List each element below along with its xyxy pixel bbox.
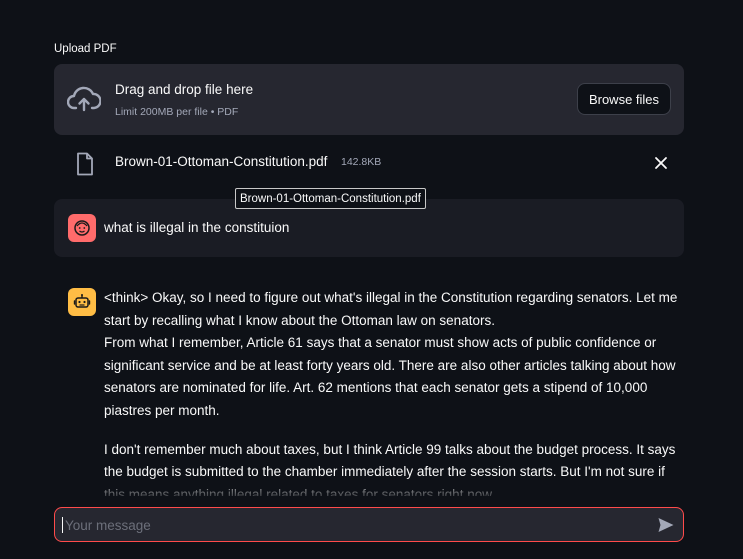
file-icon bbox=[77, 152, 93, 176]
robot-icon bbox=[73, 294, 91, 308]
send-icon[interactable] bbox=[657, 516, 675, 534]
assistant-paragraph: <think> Okay, so I need to figure out wh… bbox=[104, 290, 678, 328]
face-icon bbox=[74, 220, 90, 236]
scroll-fade bbox=[0, 475, 743, 509]
dropzone-title: Drag and drop file here bbox=[115, 82, 254, 97]
browse-files-button[interactable]: Browse files bbox=[577, 83, 671, 115]
assistant-paragraph: From what I remember, Article 61 says th… bbox=[104, 335, 676, 418]
assistant-message: <think> Okay, so I need to figure out wh… bbox=[54, 284, 684, 496]
dropzone-subtitle: Limit 200MB per file • PDF bbox=[115, 106, 239, 118]
chat-input[interactable] bbox=[63, 508, 647, 543]
text-caret bbox=[62, 517, 63, 533]
upload-label: Upload PDF bbox=[54, 43, 117, 55]
file-dropzone[interactable]: Drag and drop file here Limit 200MB per … bbox=[54, 64, 684, 135]
file-name-tooltip: Brown-01-Ottoman-Constitution.pdf bbox=[235, 188, 426, 209]
uploaded-file-row: Brown-01-Ottoman-Constitution.pdf 142.8K… bbox=[54, 146, 684, 180]
assistant-avatar bbox=[68, 288, 96, 316]
file-name: Brown-01-Ottoman-Constitution.pdf bbox=[115, 154, 328, 169]
chat-input-container[interactable] bbox=[54, 507, 684, 543]
assistant-message-text: <think> Okay, so I need to figure out wh… bbox=[104, 287, 684, 496]
file-size: 142.8KB bbox=[341, 156, 382, 168]
user-avatar bbox=[68, 214, 96, 242]
close-icon[interactable] bbox=[652, 154, 670, 172]
cloud-upload-icon bbox=[67, 86, 101, 112]
user-message-text: what is illegal in the constituion bbox=[104, 220, 290, 235]
